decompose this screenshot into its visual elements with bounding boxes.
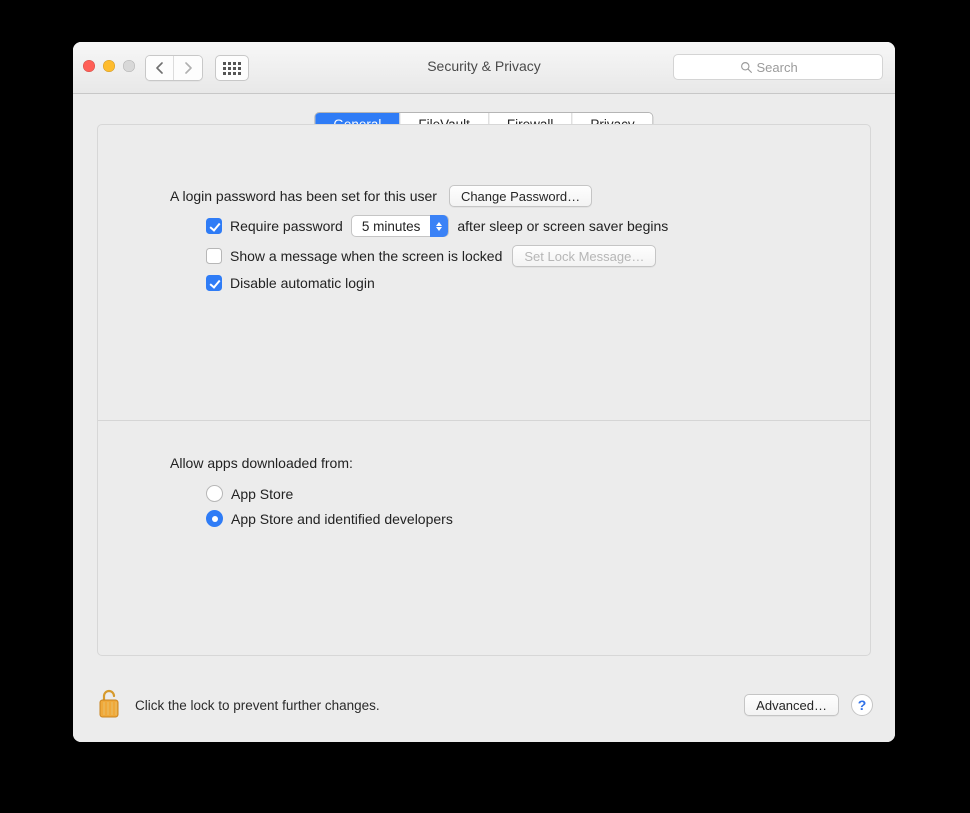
- gatekeeper-appstore-radio[interactable]: [206, 485, 223, 502]
- nav-back-button[interactable]: [146, 56, 174, 80]
- advanced-button[interactable]: Advanced…: [744, 694, 839, 716]
- search-field[interactable]: [673, 54, 883, 80]
- require-password-delay-value: 5 minutes: [362, 219, 421, 234]
- require-password-checkbox[interactable]: [206, 218, 222, 234]
- gatekeeper-appstore-label: App Store: [231, 486, 293, 502]
- grid-icon: [223, 62, 241, 75]
- minimize-icon[interactable]: [103, 60, 115, 72]
- help-button[interactable]: ?: [851, 694, 873, 716]
- require-password-delay-popup[interactable]: 5 minutes: [351, 215, 450, 237]
- password-set-label: A login password has been set for this u…: [170, 188, 437, 204]
- close-icon[interactable]: [83, 60, 95, 72]
- general-panel: A login password has been set for this u…: [97, 124, 871, 656]
- show-lock-message-label: Show a message when the screen is locked: [230, 248, 502, 264]
- show-all-button[interactable]: [215, 55, 249, 81]
- gatekeeper-identified-radio[interactable]: [206, 510, 223, 527]
- titlebar: Security & Privacy: [73, 42, 895, 94]
- disable-automatic-login-label: Disable automatic login: [230, 275, 375, 291]
- change-password-button[interactable]: Change Password…: [449, 185, 592, 207]
- lock-text: Click the lock to prevent further change…: [135, 698, 380, 713]
- nav-forward-button: [174, 56, 202, 80]
- disable-automatic-login-checkbox[interactable]: [206, 275, 222, 291]
- set-lock-message-button: Set Lock Message…: [512, 245, 656, 267]
- search-input[interactable]: [757, 60, 817, 75]
- footer: Click the lock to prevent further change…: [73, 668, 895, 742]
- section-divider: [98, 420, 870, 421]
- login-password-section: A login password has been set for this u…: [98, 165, 870, 291]
- nav-back-forward: [145, 55, 203, 81]
- window-controls: [83, 60, 135, 72]
- gatekeeper-identified-label: App Store and identified developers: [231, 511, 453, 527]
- preferences-window: Security & Privacy General FileVault Fir…: [73, 42, 895, 742]
- gatekeeper-heading: Allow apps downloaded from:: [170, 455, 818, 471]
- require-password-label-before: Require password: [230, 218, 343, 234]
- popup-arrows-icon: [430, 215, 448, 237]
- lock-icon[interactable]: [95, 688, 123, 722]
- gatekeeper-section: Allow apps downloaded from: App Store Ap…: [170, 455, 818, 535]
- pane-body: General FileVault Firewall Privacy A log…: [73, 94, 895, 742]
- search-icon: [740, 61, 753, 74]
- require-password-label-after: after sleep or screen saver begins: [457, 218, 668, 234]
- zoom-icon: [123, 60, 135, 72]
- show-lock-message-checkbox[interactable]: [206, 248, 222, 264]
